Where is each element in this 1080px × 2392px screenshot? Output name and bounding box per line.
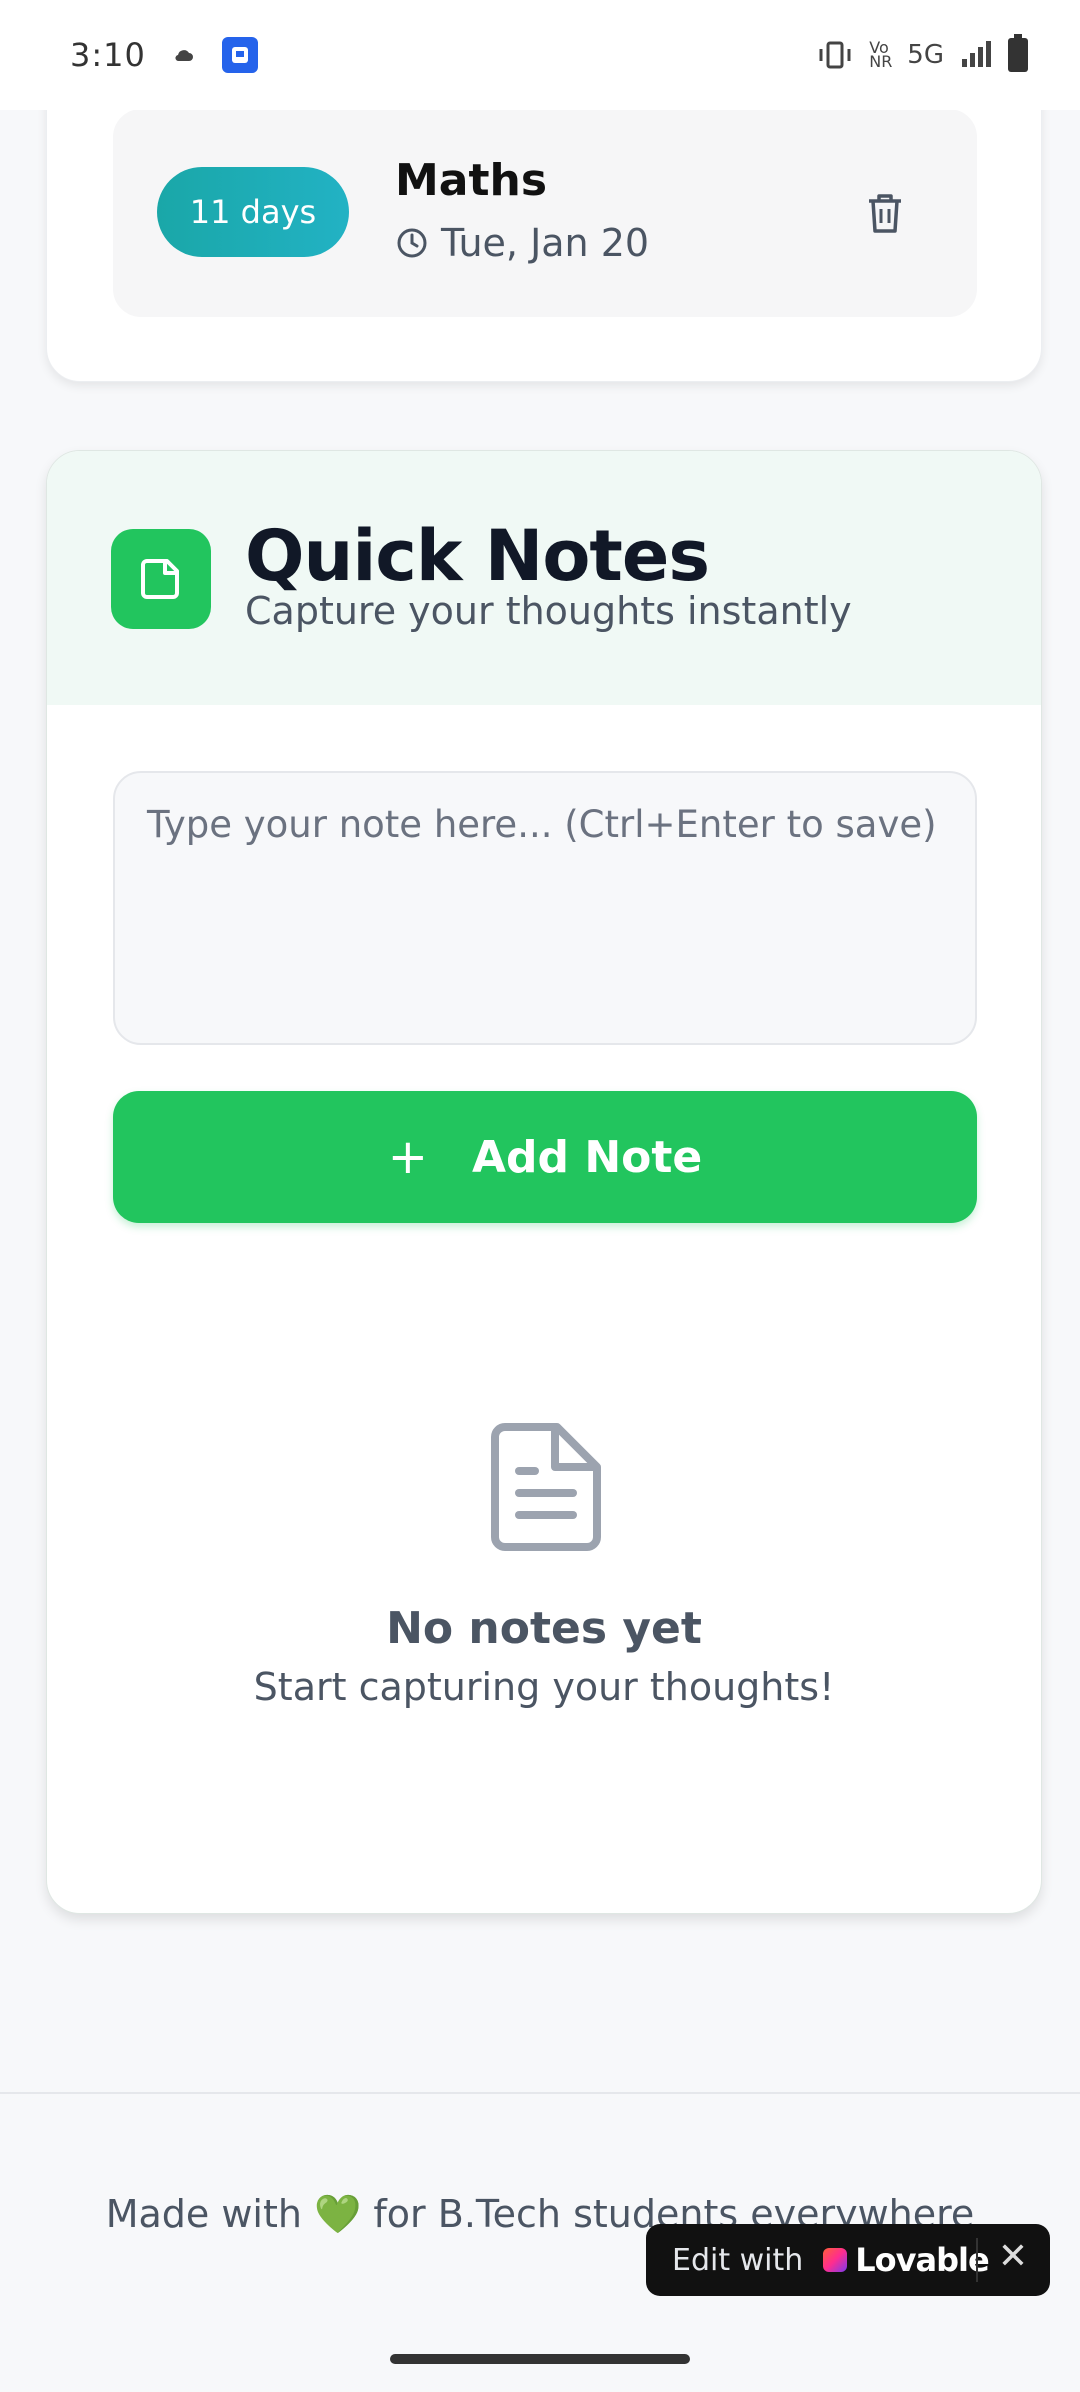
notes-icon bbox=[111, 529, 211, 629]
volte-label: Vo NR bbox=[869, 38, 893, 71]
exam-item: 11 days Maths Tue, Jan 20 bbox=[113, 109, 977, 317]
status-time: 3:10 bbox=[70, 36, 146, 74]
lovable-logo-icon bbox=[823, 2248, 848, 2272]
days-left-badge: 11 days bbox=[157, 167, 349, 257]
badge-edit-label: Edit with bbox=[672, 2242, 804, 2278]
empty-state-subtitle: Start capturing your thoughts! bbox=[253, 1665, 835, 1709]
add-note-button[interactable]: + Add Note bbox=[113, 1091, 977, 1223]
quick-notes-card: Quick Notes Capture your thoughts instan… bbox=[46, 450, 1042, 1914]
close-icon[interactable]: ✕ bbox=[998, 2236, 1028, 2277]
app-icon bbox=[221, 37, 258, 73]
notes-title: Quick Notes bbox=[245, 515, 710, 597]
signal-icon bbox=[962, 41, 991, 67]
battery-icon bbox=[1008, 34, 1028, 72]
status-bar: 3:10 Vo NR 5G bbox=[0, 0, 1080, 110]
empty-state-title: No notes yet bbox=[386, 1603, 702, 1654]
delete-exam-button[interactable] bbox=[861, 187, 909, 239]
badge-divider bbox=[976, 2238, 978, 2282]
status-left: 3:10 bbox=[70, 36, 258, 74]
badge-brand: Lovable bbox=[855, 2241, 989, 2279]
clock-icon bbox=[397, 228, 427, 258]
notes-subtitle: Capture your thoughts instantly bbox=[245, 589, 852, 633]
add-note-label: Add Note bbox=[471, 1131, 703, 1183]
network-label: 5G bbox=[907, 40, 944, 70]
status-right: Vo NR 5G bbox=[817, 34, 1028, 72]
trash-icon bbox=[869, 194, 901, 233]
home-indicator[interactable] bbox=[390, 2354, 690, 2364]
edit-with-lovable-badge[interactable]: Edit with Lovable ✕ bbox=[646, 2224, 1050, 2296]
vibrate-icon bbox=[819, 41, 851, 69]
cloud-icon bbox=[175, 50, 193, 62]
note-input[interactable] bbox=[113, 771, 977, 1045]
exam-date-row: Tue, Jan 20 bbox=[395, 221, 649, 265]
exam-date: Tue, Jan 20 bbox=[441, 221, 650, 265]
notes-header: Quick Notes Capture your thoughts instan… bbox=[47, 451, 1041, 705]
plus-icon: + bbox=[387, 1129, 428, 1185]
exam-subject: Maths bbox=[395, 155, 548, 206]
empty-document-icon bbox=[491, 1423, 601, 1551]
